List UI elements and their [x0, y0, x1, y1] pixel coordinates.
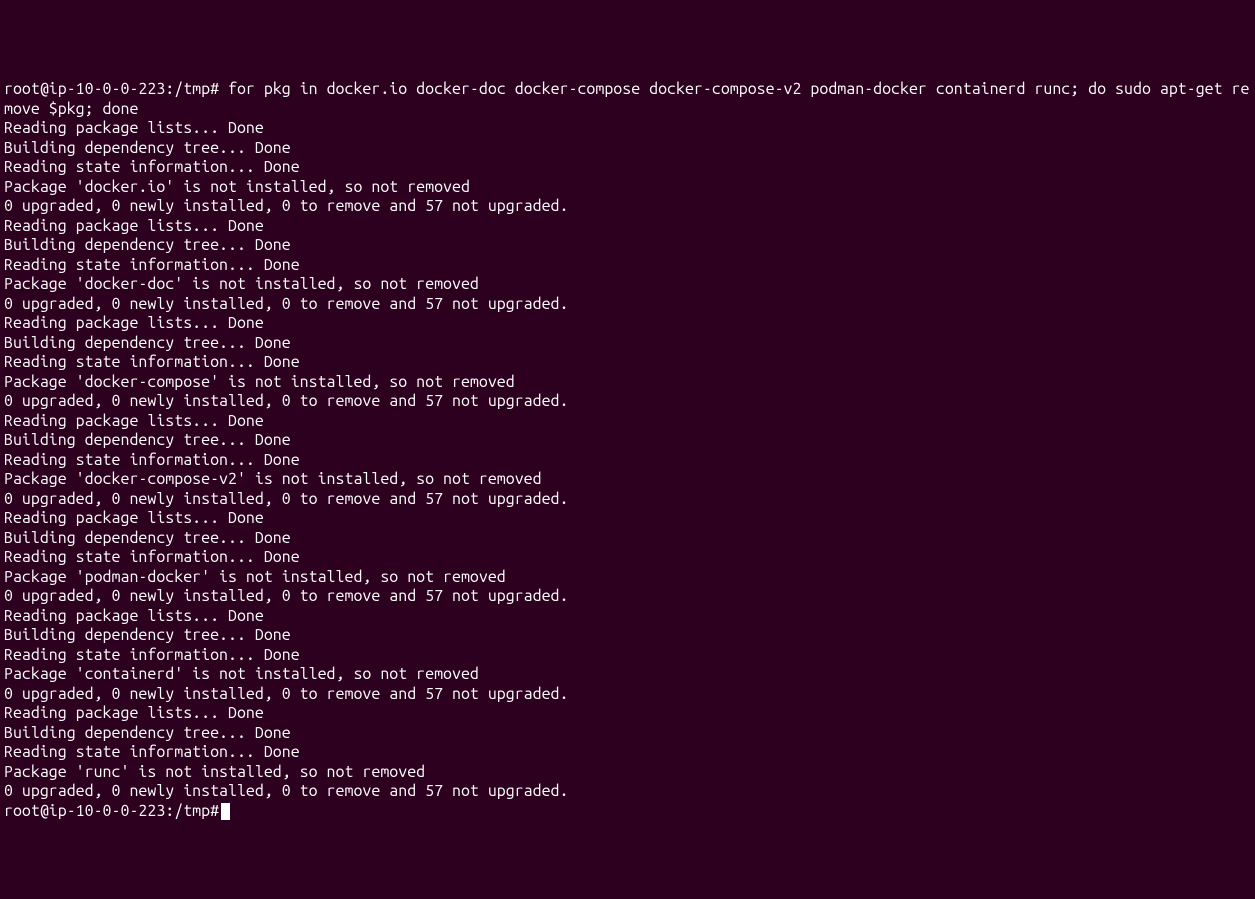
output-line: 0 upgraded, 0 newly installed, 0 to remo…	[4, 197, 1251, 217]
output-line: 0 upgraded, 0 newly installed, 0 to remo…	[4, 782, 1251, 802]
output-line: Building dependency tree... Done	[4, 724, 1251, 744]
output-line: Package 'runc' is not installed, so not …	[4, 763, 1251, 783]
output-line: Reading state information... Done	[4, 451, 1251, 471]
output-line: 0 upgraded, 0 newly installed, 0 to remo…	[4, 295, 1251, 315]
output-line: 0 upgraded, 0 newly installed, 0 to remo…	[4, 392, 1251, 412]
output-line: Reading state information... Done	[4, 548, 1251, 568]
output-line: Package 'docker-compose' is not installe…	[4, 373, 1251, 393]
output-line: Package 'podman-docker' is not installed…	[4, 568, 1251, 588]
output-line: Reading state information... Done	[4, 646, 1251, 666]
terminal[interactable]: root@ip-10-0-0-223:/tmp# for pkg in dock…	[4, 80, 1251, 801]
output-line: Reading state information... Done	[4, 353, 1251, 373]
output-line: Reading state information... Done	[4, 743, 1251, 763]
output-line: Reading package lists... Done	[4, 314, 1251, 334]
cursor-icon	[221, 803, 230, 820]
output-line: Reading state information... Done	[4, 158, 1251, 178]
output-line: Package 'docker-doc' is not installed, s…	[4, 275, 1251, 295]
output-line: Building dependency tree... Done	[4, 236, 1251, 256]
prompt: root@ip-10-0-0-223:/tmp#	[4, 802, 219, 820]
output-line: Building dependency tree... Done	[4, 529, 1251, 549]
output-line: Reading package lists... Done	[4, 704, 1251, 724]
output-line: Reading package lists... Done	[4, 607, 1251, 627]
output-line: Building dependency tree... Done	[4, 139, 1251, 159]
output-line: Reading package lists... Done	[4, 217, 1251, 237]
output-line: Reading package lists... Done	[4, 412, 1251, 432]
output-line: 0 upgraded, 0 newly installed, 0 to remo…	[4, 490, 1251, 510]
output-line: Reading state information... Done	[4, 256, 1251, 276]
output-line: 0 upgraded, 0 newly installed, 0 to remo…	[4, 587, 1251, 607]
output-line: Building dependency tree... Done	[4, 626, 1251, 646]
output-line: Reading package lists... Done	[4, 119, 1251, 139]
prompt-line: root@ip-10-0-0-223:/tmp#	[4, 802, 1251, 822]
output-line: Building dependency tree... Done	[4, 334, 1251, 354]
output-line: 0 upgraded, 0 newly installed, 0 to remo…	[4, 685, 1251, 705]
output-line: Building dependency tree... Done	[4, 431, 1251, 451]
prompt: root@ip-10-0-0-223:/tmp#	[4, 80, 219, 98]
output-line: Reading package lists... Done	[4, 509, 1251, 529]
output-line: Package 'docker-compose-v2' is not insta…	[4, 470, 1251, 490]
output-line: Package 'containerd' is not installed, s…	[4, 665, 1251, 685]
output-line: Package 'docker.io' is not installed, so…	[4, 178, 1251, 198]
command-line: root@ip-10-0-0-223:/tmp# for pkg in dock…	[4, 80, 1251, 119]
